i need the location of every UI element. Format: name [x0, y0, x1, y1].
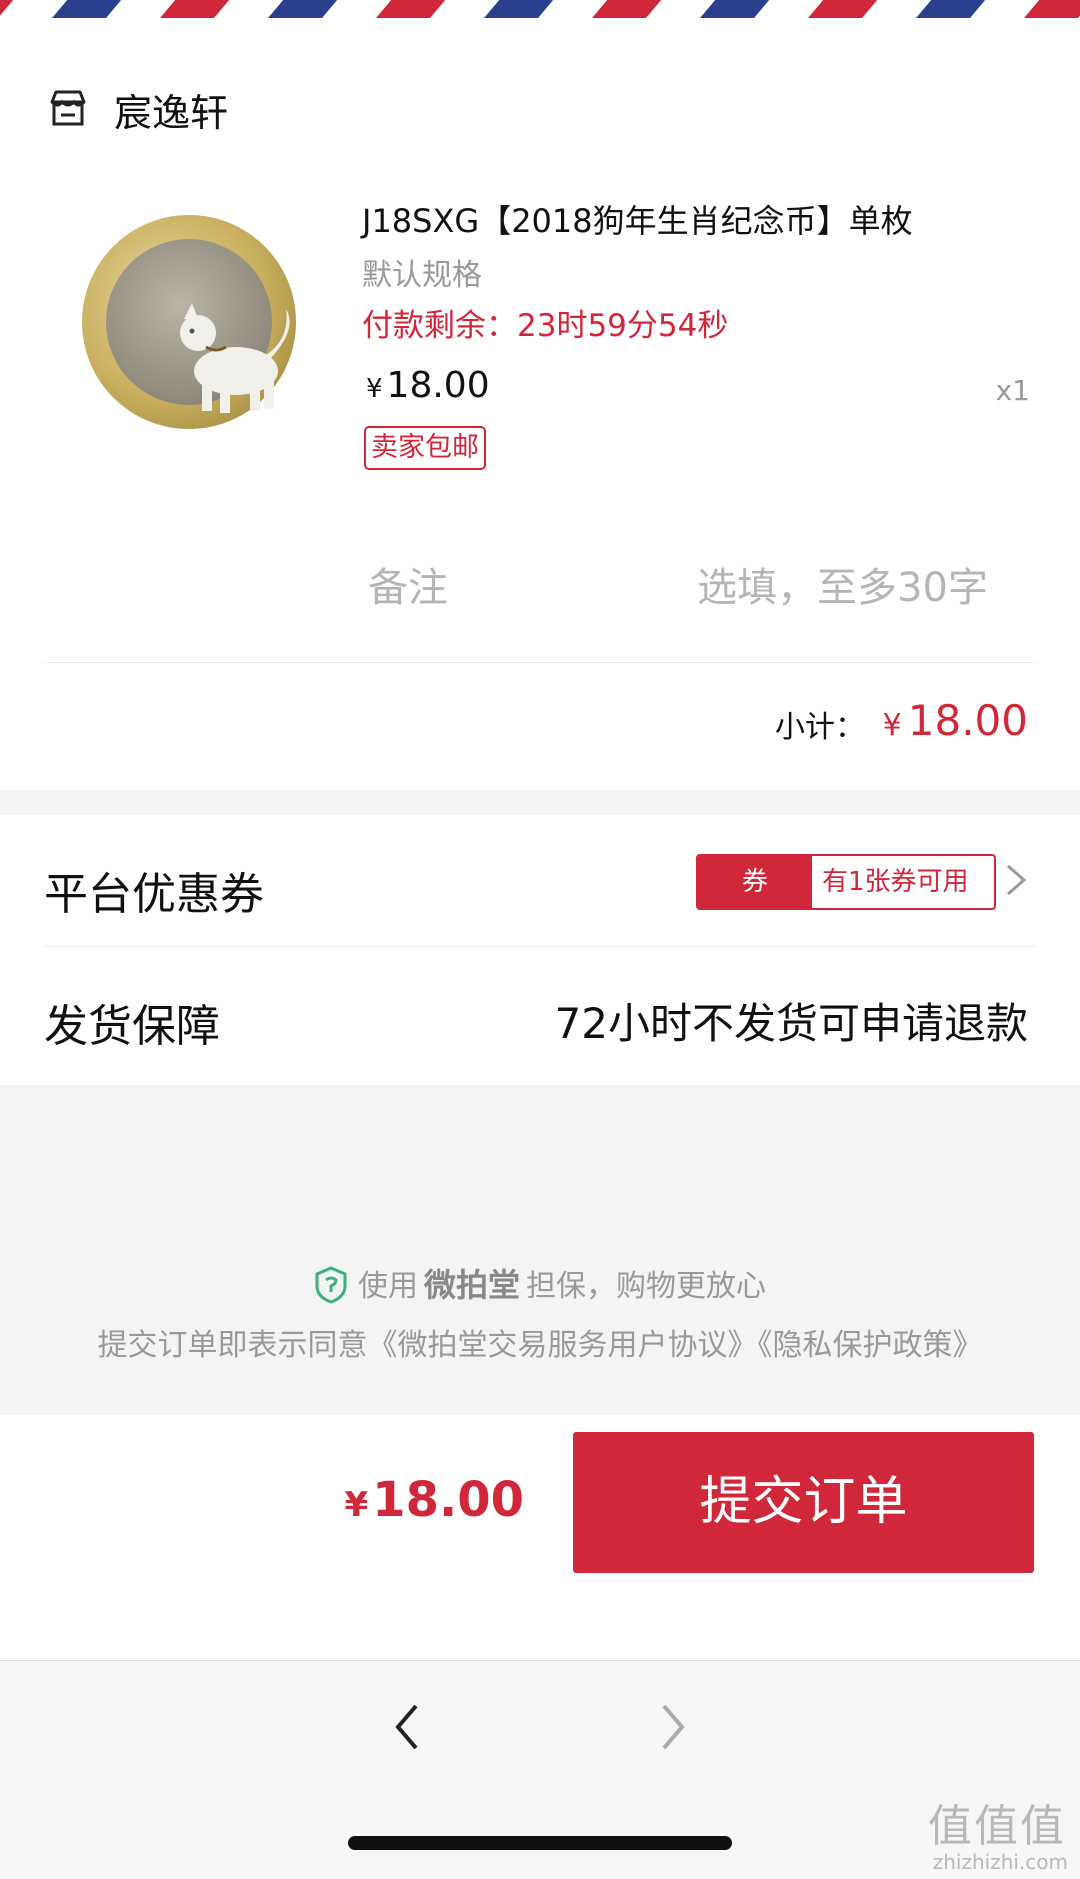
- brand-name: 微拍堂: [423, 1266, 520, 1304]
- secure-prefix: 使用: [357, 1269, 418, 1304]
- airmail-border: [0, 0, 1080, 28]
- divider: [44, 662, 1036, 663]
- payment-countdown: 付款剩余：23时59分54秒: [362, 308, 729, 344]
- currency-symbol: ¥: [366, 374, 383, 404]
- currency-symbol: ¥: [344, 1485, 369, 1525]
- forward-arrow-icon[interactable]: [658, 1702, 688, 1752]
- product-spec: 默认规格: [362, 258, 482, 293]
- total-amount: 18.00: [372, 1472, 524, 1528]
- subtotal-amount: 18.00: [907, 696, 1028, 745]
- back-arrow-icon[interactable]: [392, 1702, 422, 1752]
- currency-symbol: ¥: [882, 708, 902, 743]
- home-indicator[interactable]: [348, 1836, 732, 1850]
- remark-label: 备注: [368, 565, 448, 611]
- order-total: ¥18.00: [345, 1472, 525, 1528]
- product-image[interactable]: [82, 215, 296, 429]
- product-title[interactable]: J18SXG【2018狗年生肖纪念币】单枚: [362, 196, 913, 242]
- coupon-selector[interactable]: 券 有1张券可用: [696, 854, 996, 910]
- dog-coin-image: [180, 303, 290, 413]
- submit-order-button[interactable]: 提交订单: [573, 1432, 1034, 1573]
- chevron-right-icon[interactable]: [1004, 862, 1028, 898]
- shield-icon: [315, 1266, 347, 1304]
- coupon-available-text: 有1张券可用: [822, 867, 969, 897]
- remark-input[interactable]: 选填，至多30字: [697, 555, 988, 613]
- shipping-guarantee-value: 72小时不发货可申请退款: [554, 999, 1028, 1048]
- subtotal-label: 小计：: [775, 710, 865, 745]
- divider: [44, 946, 1036, 947]
- price-value: 18.00: [386, 365, 490, 406]
- platform-coupon-label[interactable]: 平台优惠券: [44, 858, 264, 922]
- watermark-text: 值值值: [928, 1801, 1066, 1852]
- watermark-url: zhizhizhi.com: [932, 1850, 1068, 1874]
- coupon-tag: 券: [698, 856, 812, 908]
- subtotal-value: ¥18.00: [883, 696, 1028, 745]
- store-icon: [50, 90, 86, 126]
- product-quantity: x1: [995, 374, 1030, 407]
- shop-name[interactable]: 宸逸轩: [114, 82, 228, 137]
- free-shipping-badge: 卖家包邮: [364, 426, 486, 470]
- shipping-guarantee-label: 发货保障: [44, 1001, 220, 1052]
- secure-notice: 使用 微拍堂 担保，购物更放心: [0, 1260, 1080, 1306]
- secure-suffix: 担保，购物更放心: [526, 1269, 766, 1304]
- product-price: ¥18.00: [366, 365, 490, 406]
- agreement-text[interactable]: 提交订单即表示同意《微拍堂交易服务用户协议》《隐私保护政策》: [0, 1320, 1080, 1364]
